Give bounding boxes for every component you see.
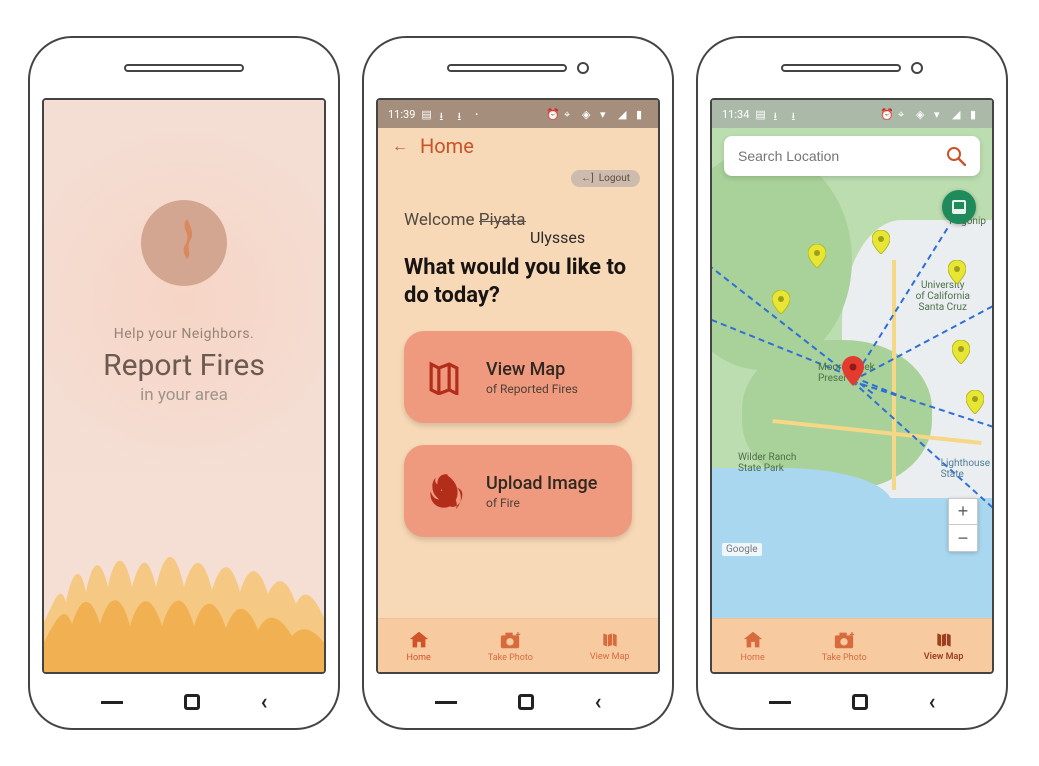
logout-icon: ←] <box>581 173 594 184</box>
location-icon: ⌖ <box>898 108 910 120</box>
recent-apps-button[interactable] <box>435 701 457 704</box>
zoom-control: + − <box>948 498 978 552</box>
splash-headline: Report Fires <box>44 348 324 383</box>
page-title: Home <box>420 134 474 158</box>
welcome-text: Welcome Piyata Ulysses <box>404 210 632 230</box>
download-icon: ⭳ <box>457 108 469 120</box>
back-button[interactable]: ‹ <box>929 690 936 715</box>
upload-image-tile[interactable]: Upload Image of Fire <box>404 445 632 537</box>
phone-mock-map: Pogonip University of California Santa C… <box>696 36 1008 730</box>
map-attribution: Google <box>722 543 762 556</box>
home-button[interactable] <box>518 694 534 710</box>
signal-icon: ◢ <box>952 108 964 120</box>
back-button[interactable]: ‹ <box>595 690 602 715</box>
report-pin[interactable] <box>948 260 966 284</box>
nav-home[interactable]: Home <box>741 629 765 663</box>
android-nav-buttons: ‹ <box>698 676 1006 728</box>
search-input[interactable] <box>738 148 946 164</box>
nav-take-photo[interactable]: Take Photo <box>822 629 867 663</box>
download-icon: ⭳ <box>439 108 451 120</box>
sync-icon: ◈ <box>916 108 928 120</box>
nav-home[interactable]: Home <box>407 629 431 663</box>
map-icon <box>422 355 466 399</box>
fire-icon <box>422 469 466 513</box>
map-label-wilder: Wilder Ranch State Park <box>738 452 796 474</box>
android-nav-buttons: ‹ <box>30 676 338 728</box>
bottom-nav: Home Take Photo View Map <box>378 618 658 672</box>
status-bar: 11:39 ▤ ⭳ ⭳ • ⏰ ⌖ ◈ ▾ ◢ ▮ <box>378 100 658 128</box>
map-icon <box>600 630 620 650</box>
report-pin[interactable] <box>952 340 970 364</box>
report-pin[interactable] <box>966 390 984 414</box>
search-icon[interactable] <box>946 146 966 166</box>
camera-icon <box>498 629 522 651</box>
app-bar: ← Home <box>378 128 658 168</box>
nav-take-photo[interactable]: Take Photo <box>488 629 533 663</box>
message-icon: ▤ <box>755 108 767 120</box>
earpiece <box>30 38 338 98</box>
prompt-heading: What would you like to do today? <box>404 254 632 309</box>
flames-illustration <box>44 532 326 672</box>
location-icon: ⌖ <box>564 108 576 120</box>
splash-tagline-bottom: in your area <box>44 385 324 405</box>
map-label-lighthouse: Lighthouse State <box>941 458 990 480</box>
home-icon <box>408 629 430 651</box>
status-bar: 11:34 ▤ ⭳ ⭳ ⏰ ⌖ ◈ ▾ ◢ ▮ <box>712 100 992 128</box>
alarm-icon: ⏰ <box>880 108 892 120</box>
fire-location-pin[interactable] <box>842 356 864 386</box>
alarm-icon: ⏰ <box>546 108 558 120</box>
phone-mock-home: 11:39 ▤ ⭳ ⭳ • ⏰ ⌖ ◈ ▾ ◢ ▮ <box>362 36 674 730</box>
home-screen: 11:39 ▤ ⭳ ⭳ • ⏰ ⌖ ◈ ▾ ◢ ▮ <box>378 100 658 672</box>
app-logo <box>141 200 227 286</box>
wifi-icon: ▾ <box>600 108 612 120</box>
recent-apps-button[interactable] <box>769 701 791 704</box>
back-arrow-icon[interactable]: ← <box>392 136 408 156</box>
home-icon <box>742 629 764 651</box>
camera-icon <box>832 629 856 651</box>
earpiece <box>698 38 1006 98</box>
battery-icon: ▮ <box>636 108 648 120</box>
back-button[interactable]: ‹ <box>261 690 268 715</box>
bottom-nav: Home Take Photo View Map <box>712 618 992 672</box>
recent-apps-button[interactable] <box>101 701 123 704</box>
logout-button[interactable]: ←] Logout <box>571 170 640 187</box>
search-location[interactable] <box>724 136 980 176</box>
earpiece <box>364 38 672 98</box>
home-button[interactable] <box>184 694 200 710</box>
map-layers-button[interactable] <box>942 190 976 224</box>
download-icon: ⭳ <box>791 108 803 120</box>
status-time: 11:39 <box>388 108 415 121</box>
splash-screen: Help your Neighbors. Report Fires in you… <box>42 98 326 674</box>
battery-icon: ▮ <box>970 108 982 120</box>
map-screen: Pogonip University of California Santa C… <box>712 100 992 672</box>
nav-view-map[interactable]: View Map <box>590 630 630 662</box>
zoom-in-button[interactable]: + <box>949 499 977 525</box>
map[interactable]: Pogonip University of California Santa C… <box>712 100 992 618</box>
report-pin[interactable] <box>872 230 890 254</box>
phone-mock-splash: Help your Neighbors. Report Fires in you… <box>28 36 340 730</box>
report-pin[interactable] <box>808 244 826 268</box>
wifi-icon: ▾ <box>934 108 946 120</box>
corrected-name: Ulysses <box>530 228 585 247</box>
zoom-out-button[interactable]: − <box>949 525 977 551</box>
view-map-tile[interactable]: View Map of Reported Fires <box>404 331 632 423</box>
nav-view-map[interactable]: View Map <box>924 630 964 662</box>
sync-icon: ◈ <box>582 108 594 120</box>
message-icon: ▤ <box>421 108 433 120</box>
map-label-ucsc: University of California Santa Cruz <box>916 280 970 313</box>
report-pin[interactable] <box>772 290 790 314</box>
map-icon <box>934 630 954 650</box>
android-nav-buttons: ‹ <box>364 676 672 728</box>
home-button[interactable] <box>852 694 868 710</box>
download-icon: ⭳ <box>773 108 785 120</box>
signal-icon: ◢ <box>618 108 630 120</box>
splash-tagline-top: Help your Neighbors. <box>44 326 324 342</box>
status-time: 11:34 <box>722 108 749 121</box>
